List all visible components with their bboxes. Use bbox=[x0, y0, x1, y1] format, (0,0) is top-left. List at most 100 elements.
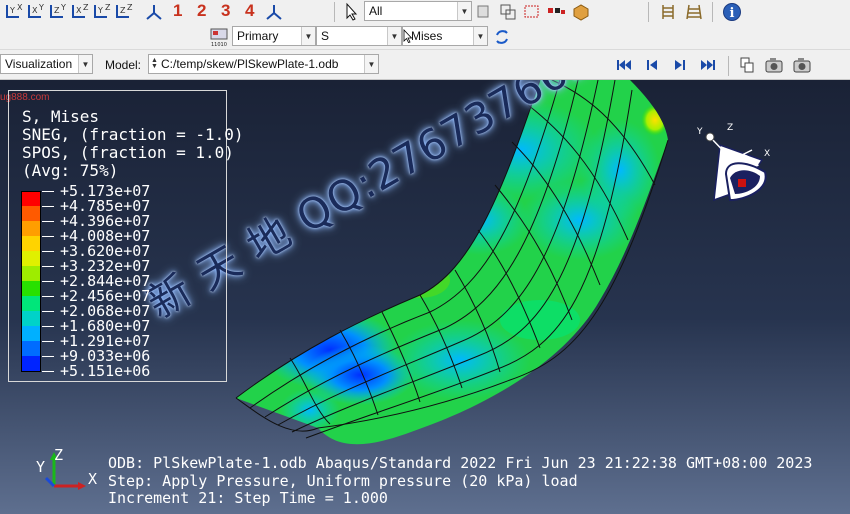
view-zy-icon[interactable]: ZY bbox=[48, 2, 68, 22]
legend-tick bbox=[42, 206, 54, 207]
selection-filter-combo[interactable]: All ▼ bbox=[364, 1, 472, 21]
graphics-viewport[interactable]: ug888.com 新 天 地 QQ:2767376626 S, Mises S… bbox=[0, 80, 850, 514]
mouse-cursor-icon bbox=[403, 29, 413, 43]
selection-filter-value: All bbox=[369, 4, 383, 18]
separator bbox=[712, 2, 713, 22]
invariant-combo[interactable]: Mises ▼ bbox=[402, 26, 488, 46]
legend-tick bbox=[42, 221, 54, 222]
axis-triad: Y Z X bbox=[30, 444, 110, 494]
legend-swatch bbox=[21, 296, 41, 311]
svg-text:Y: Y bbox=[97, 6, 103, 15]
saved-view-4[interactable]: 4 bbox=[245, 1, 254, 21]
ladder-icon[interactable] bbox=[684, 2, 704, 22]
legend-swatch bbox=[21, 206, 41, 221]
legend-swatch bbox=[21, 281, 41, 296]
svg-text:X: X bbox=[32, 6, 38, 15]
svg-text:11010: 11010 bbox=[211, 42, 227, 47]
model-combo[interactable]: ▲ ▼ C:/temp/skew/PlSkewPlate-1.odb ▼ bbox=[148, 54, 379, 74]
table-icon[interactable] bbox=[658, 2, 678, 22]
svg-text:Y: Y bbox=[9, 6, 15, 15]
chevron-down-icon[interactable]: ▼ bbox=[457, 2, 471, 20]
legend-title-line: S, Mises bbox=[22, 107, 100, 126]
module-combo[interactable]: Visualization ▼ bbox=[0, 54, 93, 74]
saved-view-1[interactable]: 1 bbox=[173, 1, 182, 21]
saved-view-3[interactable]: 3 bbox=[221, 1, 230, 21]
variable-combo[interactable]: S ▼ bbox=[316, 26, 402, 46]
chevron-down-icon[interactable]: ▼ bbox=[387, 27, 401, 45]
primary-value: Primary bbox=[237, 29, 279, 43]
point-select-icon[interactable] bbox=[546, 2, 566, 22]
status-line: Step: Apply Pressure, Uniform pressure (… bbox=[108, 471, 578, 490]
svg-text:X: X bbox=[17, 3, 23, 12]
view-xy-icon[interactable]: XY bbox=[26, 2, 46, 22]
view-zz-icon[interactable]: ZZ bbox=[114, 2, 134, 22]
camera-icon[interactable] bbox=[764, 55, 784, 75]
field-output-toolbar: 11010 Primary ▼ S ▼ Mises ▼ bbox=[0, 24, 850, 50]
separator bbox=[728, 56, 729, 76]
odb-status-block: ODB: PlSkewPlate-1.odb Abaqus/Standard 2… bbox=[108, 454, 812, 508]
legend-swatch bbox=[21, 221, 41, 236]
legend-tick bbox=[42, 326, 54, 327]
copy-icon[interactable] bbox=[474, 2, 494, 22]
triad-z-label: Z bbox=[54, 446, 64, 464]
view-orientation-glyph[interactable]: Y Z X bbox=[690, 120, 780, 205]
frame-select-icon[interactable] bbox=[737, 55, 757, 75]
saved-view-2[interactable]: 2 bbox=[197, 1, 206, 21]
svg-text:Z: Z bbox=[127, 3, 133, 12]
legend-tick bbox=[42, 296, 54, 297]
legend-title-line: SNEG, (fraction = -1.0) bbox=[22, 125, 244, 144]
view-yz-icon[interactable]: YZ bbox=[92, 2, 112, 22]
triad-x-label: X bbox=[88, 470, 98, 488]
legend-swatch bbox=[21, 251, 41, 266]
overlap-select-icon[interactable] bbox=[498, 2, 518, 22]
cube-select-icon[interactable] bbox=[571, 2, 591, 22]
contour-legend[interactable]: S, Mises SNEG, (fraction = -1.0) SPOS, (… bbox=[8, 90, 244, 382]
legend-title-line: (Avg: 75%) bbox=[22, 161, 119, 180]
legend-title-line: SPOS, (fraction = 1.0) bbox=[22, 143, 234, 162]
iso-view-icon[interactable] bbox=[264, 2, 284, 22]
chevron-down-icon[interactable]: ▼ bbox=[364, 55, 378, 73]
legend-swatch bbox=[21, 341, 41, 356]
svg-text:i: i bbox=[730, 6, 735, 21]
legend-swatch bbox=[21, 236, 41, 251]
legend-tick bbox=[42, 371, 54, 372]
field-output-icon[interactable]: 11010 bbox=[209, 27, 229, 47]
legend-tick bbox=[42, 251, 54, 252]
first-frame-icon[interactable] bbox=[614, 55, 634, 75]
chevron-down-icon[interactable]: ▼ bbox=[78, 55, 92, 73]
select-arrow-icon[interactable] bbox=[342, 2, 362, 22]
legend-swatch bbox=[21, 356, 41, 371]
svg-text:Y: Y bbox=[60, 3, 66, 12]
svg-text:Z: Z bbox=[105, 3, 111, 12]
last-frame-icon[interactable] bbox=[698, 55, 718, 75]
next-frame-icon[interactable] bbox=[670, 55, 690, 75]
legend-swatch bbox=[21, 191, 41, 206]
legend-swatch bbox=[21, 266, 41, 281]
variable-value: S bbox=[321, 29, 330, 43]
view-iso-icon[interactable] bbox=[144, 2, 164, 22]
svg-text:Y: Y bbox=[696, 127, 703, 137]
svg-text:X: X bbox=[764, 149, 770, 159]
box-select-icon[interactable] bbox=[522, 2, 542, 22]
svg-text:Z: Z bbox=[54, 6, 60, 15]
refresh-icon[interactable] bbox=[492, 27, 512, 47]
primary-combo[interactable]: Primary ▼ bbox=[232, 26, 316, 46]
previous-frame-icon[interactable] bbox=[642, 55, 662, 75]
svg-text:Z: Z bbox=[727, 123, 733, 133]
context-toolbar: Visualization ▼ Model: ▲ ▼ C:/temp/skew/P… bbox=[0, 50, 850, 80]
legend-tick bbox=[42, 341, 54, 342]
chevron-down-icon[interactable]: ▼ bbox=[301, 27, 315, 45]
view-xz-icon[interactable]: XZ bbox=[70, 2, 90, 22]
spinner-icon[interactable]: ▲ ▼ bbox=[151, 57, 158, 70]
camera-movie-icon[interactable] bbox=[792, 55, 812, 75]
separator bbox=[334, 2, 335, 22]
view-yx-icon[interactable]: YX bbox=[4, 2, 24, 22]
info-icon[interactable]: i bbox=[722, 2, 742, 22]
legend-swatch bbox=[21, 311, 41, 326]
svg-text:Y: Y bbox=[38, 3, 44, 12]
chevron-down-icon[interactable]: ▼ bbox=[473, 27, 487, 45]
svg-text:Z: Z bbox=[83, 3, 89, 12]
model-path: C:/temp/skew/PlSkewPlate-1.odb bbox=[161, 57, 339, 71]
legend-swatch bbox=[21, 326, 41, 341]
legend-tick bbox=[42, 311, 54, 312]
